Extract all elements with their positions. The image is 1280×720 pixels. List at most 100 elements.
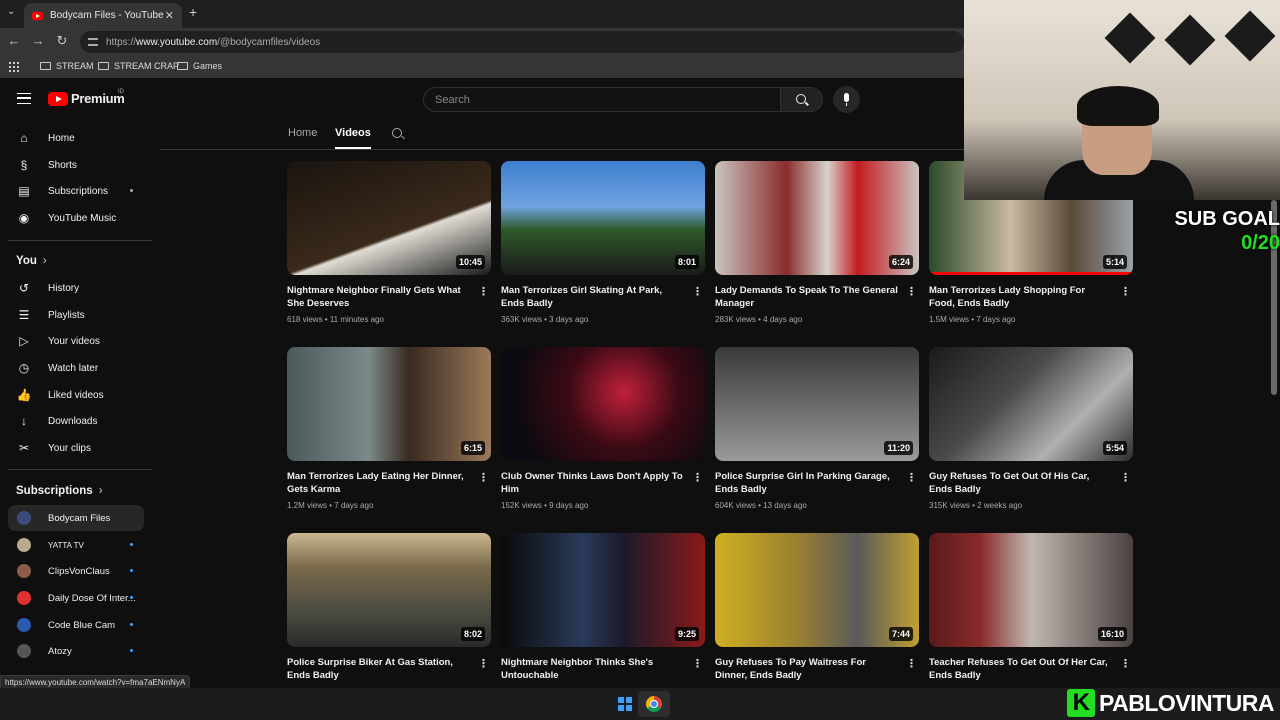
sidebar-item-youtube-music[interactable]: ◉ YouTube Music: [8, 205, 144, 231]
sidebar-sub-yatta-tv[interactable]: YATTA TV: [8, 532, 144, 558]
sidebar-item-shorts[interactable]: § Shorts: [8, 152, 144, 178]
browser-tab-active[interactable]: Bodycam Files - YouTube ✕: [24, 3, 182, 28]
video-title[interactable]: Club Owner Thinks Laws Don't Apply To Hi…: [501, 470, 705, 496]
video-thumbnail[interactable]: 6:24: [715, 161, 919, 275]
back-arrow-icon[interactable]: ←: [6, 33, 22, 48]
video-card[interactable]: 8:01 Man Terrorizes Girl Skating At Park,…: [501, 161, 705, 324]
more-options-icon[interactable]: ⋮: [478, 285, 489, 298]
voice-search-button[interactable]: [833, 86, 860, 113]
windows-start-icon[interactable]: [618, 697, 632, 711]
video-title[interactable]: Police Surprise Girl In Parking Garage, …: [715, 470, 919, 496]
sidebar-item-playlists[interactable]: ☰ Playlists: [8, 302, 144, 328]
more-options-icon[interactable]: ⋮: [692, 657, 703, 670]
search-input[interactable]: Search: [423, 87, 781, 112]
sidebar-item-liked-videos[interactable]: 👍 Liked videos: [8, 382, 144, 408]
video-title[interactable]: Lady Demands To Speak To The General Man…: [715, 284, 919, 310]
sidebar-subscriptions-heading[interactable]: Subscriptions ›: [16, 485, 103, 497]
video-title[interactable]: Guy Refuses To Pay Waitress For Dinner, …: [715, 656, 919, 682]
video-thumbnail[interactable]: 8:02: [287, 533, 491, 647]
more-options-icon[interactable]: ⋮: [478, 471, 489, 484]
video-card[interactable]: 9:25 Nightmare Neighbor Thinks She's Unto…: [501, 533, 705, 682]
video-title[interactable]: Man Terrorizes Girl Skating At Park, End…: [501, 284, 705, 310]
youtube-logo[interactable]: Premium ID: [48, 89, 125, 106]
video-thumbnail[interactable]: 6:15: [287, 347, 491, 461]
video-card[interactable]: 7:44 Guy Refuses To Pay Waitress For Dinn…: [715, 533, 919, 682]
video-card[interactable]: 16:10 Teacher Refuses To Get Out Of Her C…: [929, 533, 1133, 682]
tab-close-icon[interactable]: ✕: [165, 9, 174, 22]
sidebar-item-label: Home: [48, 132, 75, 144]
channel-search-icon[interactable]: [392, 128, 402, 138]
new-content-dot: [130, 189, 133, 192]
more-options-icon[interactable]: ⋮: [1120, 657, 1131, 670]
video-card[interactable]: 5:54 Guy Refuses To Get Out Of His Car, E…: [929, 347, 1133, 510]
video-card[interactable]: 10:45 Nightmare Neighbor Finally Gets Wha…: [287, 161, 491, 324]
reload-icon[interactable]: ↻: [54, 33, 70, 49]
more-options-icon[interactable]: ⋮: [692, 471, 703, 484]
bookmark-stream[interactable]: STREAM: [40, 61, 94, 71]
forward-arrow-icon[interactable]: →: [30, 33, 46, 48]
video-thumbnail[interactable]: 16:10: [929, 533, 1133, 647]
sidebar-you-heading[interactable]: You ›: [16, 255, 47, 267]
sidebar-sub-clipsvonclaus[interactable]: ClipsVonClaus: [8, 558, 144, 584]
meta-separator: •: [322, 315, 330, 324]
sidebar-item-home[interactable]: ⌂ Home: [8, 125, 144, 151]
video-card[interactable]: 8:02 Police Surprise Biker At Gas Station…: [287, 533, 491, 682]
sidebar-sub-daily-dose[interactable]: Daily Dose Of Inter...: [8, 585, 144, 611]
video-card[interactable]: 6:15 Man Terrorizes Lady Eating Her Dinne…: [287, 347, 491, 510]
video-title[interactable]: Man Terrorizes Lady Eating Her Dinner, G…: [287, 470, 491, 496]
video-card[interactable]: 6:24 Lady Demands To Speak To The General…: [715, 161, 919, 324]
chrome-icon[interactable]: [646, 696, 662, 712]
more-options-icon[interactable]: ⋮: [906, 657, 917, 670]
sidebar-sub-bodycam-files[interactable]: Bodycam Files: [8, 505, 144, 531]
video-title[interactable]: Nightmare Neighbor Finally Gets What She…: [287, 284, 491, 310]
logo-country: ID: [118, 89, 124, 95]
video-thumbnail[interactable]: 11:20: [715, 347, 919, 461]
sidebar-sub-code-blue-cam[interactable]: Code Blue Cam: [8, 612, 144, 638]
search-button[interactable]: [781, 87, 823, 112]
history-icon: ↺: [18, 281, 30, 295]
more-options-icon[interactable]: ⋮: [1120, 471, 1131, 484]
new-content-dot: [130, 596, 133, 599]
more-options-icon[interactable]: ⋮: [906, 285, 917, 298]
video-title[interactable]: Nightmare Neighbor Thinks She's Untoucha…: [501, 656, 705, 682]
streamer-hair: [1077, 86, 1159, 126]
video-thumbnail[interactable]: 7:44: [715, 533, 919, 647]
more-options-icon[interactable]: ⋮: [906, 471, 917, 484]
sidebar-sub-atozy[interactable]: Atozy: [8, 638, 144, 664]
tab-search-icon[interactable]: ⌄: [7, 6, 15, 17]
apps-grid-icon[interactable]: [9, 62, 19, 72]
video-card[interactable]: 11:20 Police Surprise Girl In Parking Gar…: [715, 347, 919, 510]
more-options-icon[interactable]: ⋮: [692, 285, 703, 298]
video-thumbnail[interactable]: [501, 347, 705, 461]
video-thumbnail[interactable]: 9:25: [501, 533, 705, 647]
video-title[interactable]: Guy Refuses To Get Out Of His Car, Ends …: [929, 470, 1133, 496]
sidebar-item-history[interactable]: ↺ History: [8, 275, 144, 301]
search-icon: [796, 94, 806, 104]
new-tab-button[interactable]: +: [189, 4, 197, 20]
video-title[interactable]: Teacher Refuses To Get Out Of Her Car, E…: [929, 656, 1133, 682]
video-age: 3 days ago: [549, 315, 589, 324]
site-info-icon[interactable]: [88, 38, 98, 46]
sidebar-item-downloads[interactable]: ↓ Downloads: [8, 408, 144, 434]
url-bar[interactable]: https://www.youtube.com/@bodycamfiles/vi…: [80, 31, 964, 53]
sidebar-item-your-clips[interactable]: ✂ Your clips: [8, 435, 144, 461]
bookmark-games[interactable]: Games: [177, 61, 222, 71]
video-card[interactable]: Club Owner Thinks Laws Don't Apply To Hi…: [501, 347, 705, 510]
video-thumbnail[interactable]: 10:45: [287, 161, 491, 275]
tab-videos[interactable]: Videos: [335, 127, 371, 149]
more-options-icon[interactable]: ⋮: [1120, 285, 1131, 298]
video-thumbnail[interactable]: 8:01: [501, 161, 705, 275]
sidebar-item-subscriptions[interactable]: ▤ Subscriptions: [8, 178, 144, 204]
sidebar-item-watch-later[interactable]: ◷ Watch later: [8, 355, 144, 381]
more-options-icon[interactable]: ⋮: [478, 657, 489, 670]
bookmark-stream-crap[interactable]: STREAM CRAP: [98, 61, 179, 71]
video-thumbnail[interactable]: 5:54: [929, 347, 1133, 461]
sidebar-item-label: Bodycam Files: [48, 512, 111, 524]
sidebar-item-your-videos[interactable]: ▷ Your videos: [8, 328, 144, 354]
watch-later-icon: ◷: [18, 361, 30, 375]
video-duration: 5:14: [1102, 255, 1127, 269]
menu-icon[interactable]: [17, 93, 31, 104]
video-title[interactable]: Police Surprise Biker At Gas Station, En…: [287, 656, 491, 682]
video-title[interactable]: Man Terrorizes Lady Shopping For Food, E…: [929, 284, 1133, 310]
tab-home[interactable]: Home: [288, 127, 317, 147]
